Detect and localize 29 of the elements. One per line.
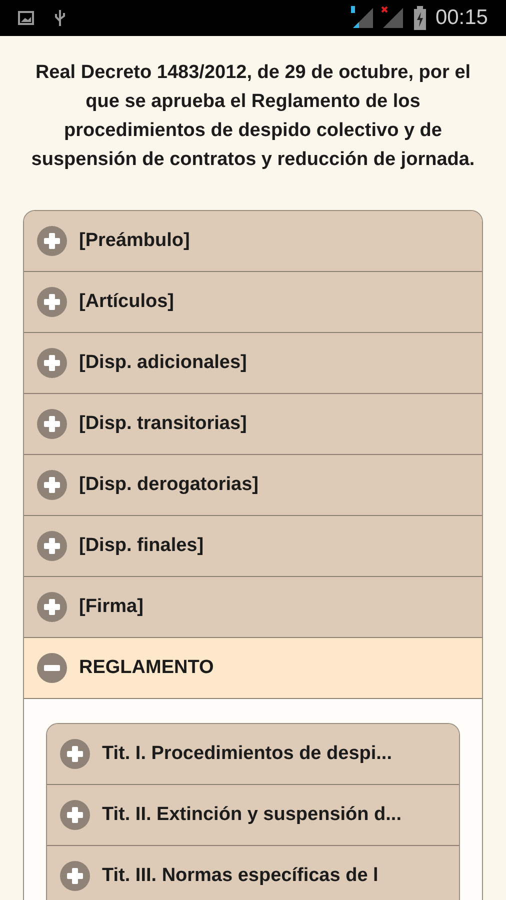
plus-icon [37,592,67,622]
document-title: Real Decreto 1483/2012, de 29 de octubre, por el que se aprueba el Reglamento de los procedimientos de despido colectivo y de suspensión de contratos y reducción de jornada. [30,61,476,172]
accordion-header[interactable]: [Preámbulo] [24,211,482,272]
signal-icon [381,6,406,30]
accordion-header[interactable]: Tit. I. Procedimientos de despi... [47,724,459,785]
plus-icon [37,287,67,317]
accordion-header[interactable]: [Artículos] [24,272,482,333]
accordion-header[interactable]: Tit. II. Extinción y suspensión d... [47,785,459,846]
accordion-header[interactable]: [Firma] [24,577,482,638]
signal-icon [351,6,376,30]
plus-icon [37,226,67,256]
accordion-header[interactable]: [Disp. finales] [24,516,482,577]
accordion-header[interactable]: [Disp. transitorias] [24,394,482,455]
image-icon [18,11,34,25]
accordion-header[interactable]: [Disp. derogatorias] [24,455,482,516]
plus-icon [60,861,90,891]
clock: 00:15 [435,5,488,32]
plus-icon [37,531,67,561]
accordion-header[interactable]: [Disp. adicionales] [24,333,482,394]
plus-icon [60,739,90,769]
minus-icon [37,653,67,683]
accordion-header[interactable]: Tit. III. Normas específicas de l [47,846,459,900]
accordion-header[interactable]: REGLAMENTO [24,638,482,699]
plus-icon [37,470,67,500]
plus-icon [37,348,67,378]
plus-icon [37,409,67,439]
usb-icon [54,9,66,27]
battery-icon [413,6,428,30]
plus-icon [60,800,90,830]
